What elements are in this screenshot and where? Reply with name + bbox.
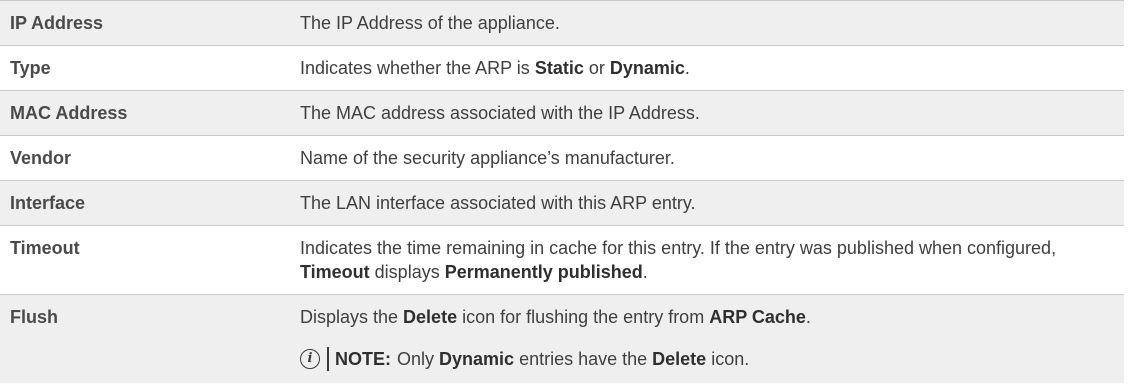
description-bold: Permanently published [444, 262, 643, 282]
field-description: Name of the security appliance’s manufac… [300, 136, 1124, 180]
description-text: The LAN interface associated with this A… [300, 193, 696, 213]
description-bold: Delete [403, 307, 458, 327]
note-text-part: Only [397, 349, 440, 369]
description-bold: Dynamic [609, 58, 685, 78]
field-name: Type [10, 58, 51, 78]
note-label: NOTE: [335, 349, 391, 369]
note-text-part: icon. [706, 349, 750, 369]
field-description: Indicates whether the ARP is Static or D… [300, 46, 1124, 90]
field-name: Vendor [10, 148, 72, 168]
table-row: Timeout Indicates the time remaining in … [0, 225, 1124, 294]
field-description: The IP Address of the appliance. [300, 1, 1124, 45]
note-text-bold: Delete [652, 349, 707, 369]
description-bold: ARP Cache [709, 307, 806, 327]
field-description: The MAC address associated with the IP A… [300, 91, 1124, 135]
table-row: Type Indicates whether the ARP is Static… [0, 45, 1124, 90]
field-description: The LAN interface associated with this A… [300, 181, 1124, 225]
note-text: Only Dynamic entries have the Delete ico… [397, 347, 749, 371]
description-text: Displays the [300, 307, 404, 327]
description-paragraph: Displays the Delete icon for flushing th… [300, 305, 1114, 329]
description-text: . [805, 307, 811, 327]
field-name: Timeout [10, 238, 80, 258]
arp-cache-field-table: IP Address The IP Address of the applian… [0, 0, 1124, 383]
note-callout: i NOTE: Only Dynamic entries have the De… [300, 347, 1114, 371]
table-row: Vendor Name of the security appliance’s … [0, 135, 1124, 180]
info-icon: i [300, 349, 320, 369]
description-text: Indicates whether the ARP is [300, 58, 535, 78]
table-row: Flush Displays the Delete icon for flush… [0, 294, 1124, 383]
field-name: IP Address [10, 13, 104, 33]
description-bold: Static [534, 58, 584, 78]
field-name: Interface [10, 193, 86, 213]
note-divider [327, 347, 329, 371]
description-text: The MAC address associated with the IP A… [300, 103, 700, 123]
description-text: displays [369, 262, 445, 282]
table-row: Interface The LAN interface associated w… [0, 180, 1124, 225]
description-text: Name of the security appliance’s manufac… [300, 148, 675, 168]
description-text: Indicates the time remaining in cache fo… [300, 238, 1057, 258]
field-description: Indicates the time remaining in cache fo… [300, 226, 1124, 294]
table-row: MAC Address The MAC address associated w… [0, 90, 1124, 135]
note-text-bold: Dynamic [439, 349, 515, 369]
field-description: Displays the Delete icon for flushing th… [300, 295, 1124, 383]
description-text: . [642, 262, 648, 282]
description-text: icon for flushing the entry from [457, 307, 710, 327]
field-name: MAC Address [10, 103, 128, 123]
table-row: IP Address The IP Address of the applian… [0, 0, 1124, 45]
description-bold: Timeout [300, 262, 370, 282]
description-text: The IP Address of the appliance. [300, 13, 560, 33]
note-text-part: entries have the [514, 349, 653, 369]
field-name: Flush [10, 307, 58, 327]
description-text: . [684, 58, 690, 78]
description-text: or [583, 58, 610, 78]
